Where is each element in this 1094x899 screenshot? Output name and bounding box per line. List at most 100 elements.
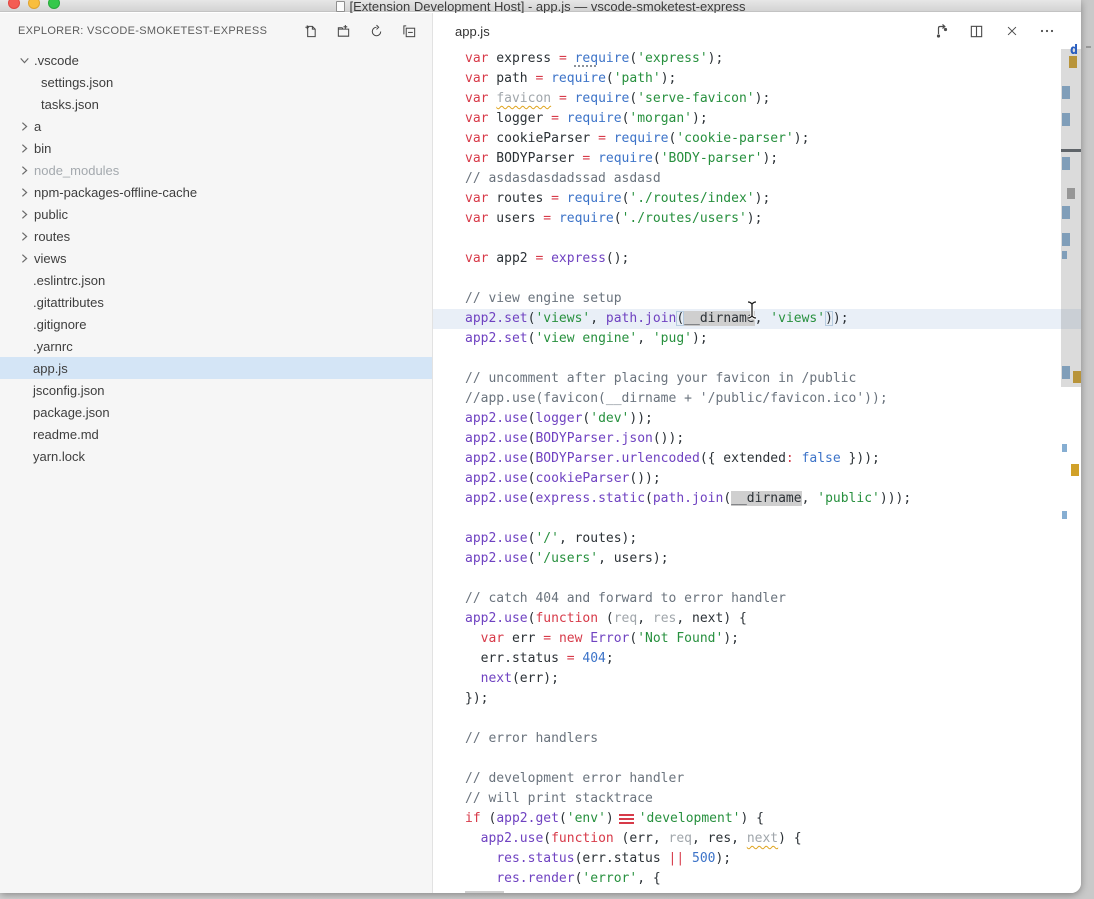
window-title: [Extension Development Host] - app.js — …	[350, 1, 746, 13]
code-line[interactable]: res.status(err.status || 500);	[433, 849, 1081, 869]
chevron-down-icon[interactable]	[18, 54, 31, 67]
code-line[interactable]: var users = require('./routes/users');	[433, 209, 1081, 229]
tree-item-views[interactable]: views	[0, 247, 432, 269]
tree-item-label: settings.json	[41, 75, 113, 90]
code-line[interactable]: // error handlers	[433, 729, 1081, 749]
code-line-current[interactable]: app2.set('views', path.join(__dirname, '…	[433, 309, 1081, 329]
chevron-right-icon[interactable]	[18, 208, 31, 221]
code-line[interactable]: // will print stacktrace	[433, 789, 1081, 809]
tree-item-jsconfig-json[interactable]: jsconfig.json	[0, 379, 432, 401]
tree-item-node-modules[interactable]: node_modules	[0, 159, 432, 181]
new-file-button[interactable]	[302, 23, 319, 40]
code-line[interactable]: // development error handler	[433, 769, 1081, 789]
code-token	[465, 831, 481, 846]
tree-item--gitattributes[interactable]: .gitattributes	[0, 291, 432, 313]
code-line[interactable]: var path = require('path');	[433, 69, 1081, 89]
tab-app-js[interactable]: app.js	[455, 24, 933, 39]
code-token: app2.use	[465, 491, 528, 506]
tree-item-tasks-json[interactable]: tasks.json	[0, 93, 432, 115]
tree-item--gitignore[interactable]: .gitignore	[0, 313, 432, 335]
code-token: require	[614, 131, 669, 146]
code-line[interactable]: app2.use(express.static(path.join(__dirn…	[433, 489, 1081, 509]
tree-item-npm-packages-offline-cache[interactable]: npm-packages-offline-cache	[0, 181, 432, 203]
chevron-right-icon[interactable]	[18, 230, 31, 243]
tree-item-a[interactable]: a	[0, 115, 432, 137]
code-line[interactable]: message: err.message	[433, 889, 1081, 893]
code-line[interactable]: //app.use(favicon(__dirname + '/public/f…	[433, 389, 1081, 409]
code-line[interactable]: app2.use(BODYParser.urlencoded({ extende…	[433, 449, 1081, 469]
code-line[interactable]	[433, 509, 1081, 529]
code-line[interactable]: // uncomment after placing your favicon …	[433, 369, 1081, 389]
code-line[interactable]: var err = new Error('Not Found');	[433, 629, 1081, 649]
code-token: app2.use	[465, 531, 528, 546]
new-folder-button[interactable]	[335, 23, 352, 40]
tree-item-package-json[interactable]: package.json	[0, 401, 432, 423]
split-editor-button[interactable]	[968, 23, 985, 40]
code-token: path.join	[606, 311, 676, 326]
chevron-right-icon[interactable]	[18, 142, 31, 155]
more-actions-button[interactable]	[1038, 23, 1055, 40]
code-line[interactable]: app2.use(BODYParser.json());	[433, 429, 1081, 449]
code-token: // error handlers	[465, 731, 598, 746]
tree-item-bin[interactable]: bin	[0, 137, 432, 159]
code-line[interactable]: var routes = require('./routes/index');	[433, 189, 1081, 209]
code-token: (	[481, 811, 497, 826]
code-line[interactable]: app2.use(logger('dev'));	[433, 409, 1081, 429]
code-token: 'error'	[582, 871, 637, 886]
code-line[interactable]: var BODYParser = require('BODY-parser');	[433, 149, 1081, 169]
code-line[interactable]: app2.use(function (err, req, res, next) …	[433, 829, 1081, 849]
code-line[interactable]: // asdasdasdadssad asdasd	[433, 169, 1081, 189]
code-token: uire	[598, 51, 629, 66]
code-line[interactable]: app2.use(cookieParser());	[433, 469, 1081, 489]
code-line[interactable]: var express = require('express');	[433, 49, 1081, 69]
tree-item-routes[interactable]: routes	[0, 225, 432, 247]
open-changes-button[interactable]	[933, 23, 950, 40]
code-token: cookieParser	[535, 471, 629, 486]
code-line[interactable]: var logger = require('morgan');	[433, 109, 1081, 129]
tree-item-public[interactable]: public	[0, 203, 432, 225]
code-line[interactable]	[433, 709, 1081, 729]
tree-item--vscode[interactable]: .vscode	[0, 49, 432, 71]
scrollbar-slider[interactable]	[1061, 49, 1081, 387]
tree-item--yarnrc[interactable]: .yarnrc	[0, 335, 432, 357]
code-line[interactable]	[433, 229, 1081, 249]
tree-item-label: a	[34, 119, 41, 134]
code-line[interactable]	[433, 569, 1081, 589]
code-token: :	[786, 451, 794, 466]
code-line[interactable]: app2.set('view engine', 'pug');	[433, 329, 1081, 349]
code-token: 'BODY-parser'	[661, 151, 763, 166]
refresh-explorer-button[interactable]	[368, 23, 385, 40]
code-token: 404	[582, 651, 605, 666]
chevron-right-icon[interactable]	[18, 186, 31, 199]
tree-item-readme-md[interactable]: readme.md	[0, 423, 432, 445]
code-line[interactable]	[433, 269, 1081, 289]
tree-item-settings-json[interactable]: settings.json	[0, 71, 432, 93]
code-line[interactable]	[433, 749, 1081, 769]
tree-item--eslintrc-json[interactable]: .eslintrc.json	[0, 269, 432, 291]
code-line[interactable]: err.status = 404;	[433, 649, 1081, 669]
code-line[interactable]: if (app2.get('env')'development') {	[433, 809, 1081, 829]
code-editor[interactable]: var express = require('express');var pat…	[433, 49, 1081, 893]
code-line[interactable]: var cookieParser = require('cookie-parse…	[433, 129, 1081, 149]
code-line[interactable]: app2.use('/users', users);	[433, 549, 1081, 569]
code-line[interactable]: res.render('error', {	[433, 869, 1081, 889]
code-line[interactable]: app2.use(function (req, res, next) {	[433, 609, 1081, 629]
chevron-right-icon[interactable]	[18, 164, 31, 177]
code-line[interactable]: var app2 = express();	[433, 249, 1081, 269]
close-editor-button[interactable]	[1003, 23, 1020, 40]
tree-item-label: app.js	[33, 361, 68, 376]
code-line[interactable]: });	[433, 689, 1081, 709]
chevron-right-icon[interactable]	[18, 120, 31, 133]
code-line[interactable]: // view engine setup	[433, 289, 1081, 309]
code-line[interactable]: // catch 404 and forward to error handle…	[433, 589, 1081, 609]
chevron-right-icon[interactable]	[18, 252, 31, 265]
collapse-folders-button[interactable]	[401, 23, 418, 40]
code-line[interactable]: next(err);	[433, 669, 1081, 689]
tree-item-yarn-lock[interactable]: yarn.lock	[0, 445, 432, 467]
code-line[interactable]: var favicon = require('serve-favicon');	[433, 89, 1081, 109]
code-line[interactable]	[433, 349, 1081, 369]
code-line[interactable]: app2.use('/', routes);	[433, 529, 1081, 549]
title-bar[interactable]: [Extension Development Host] - app.js — …	[0, 0, 1081, 12]
tree-item-app-js[interactable]: app.js	[0, 357, 432, 379]
code-token: message	[504, 891, 567, 893]
